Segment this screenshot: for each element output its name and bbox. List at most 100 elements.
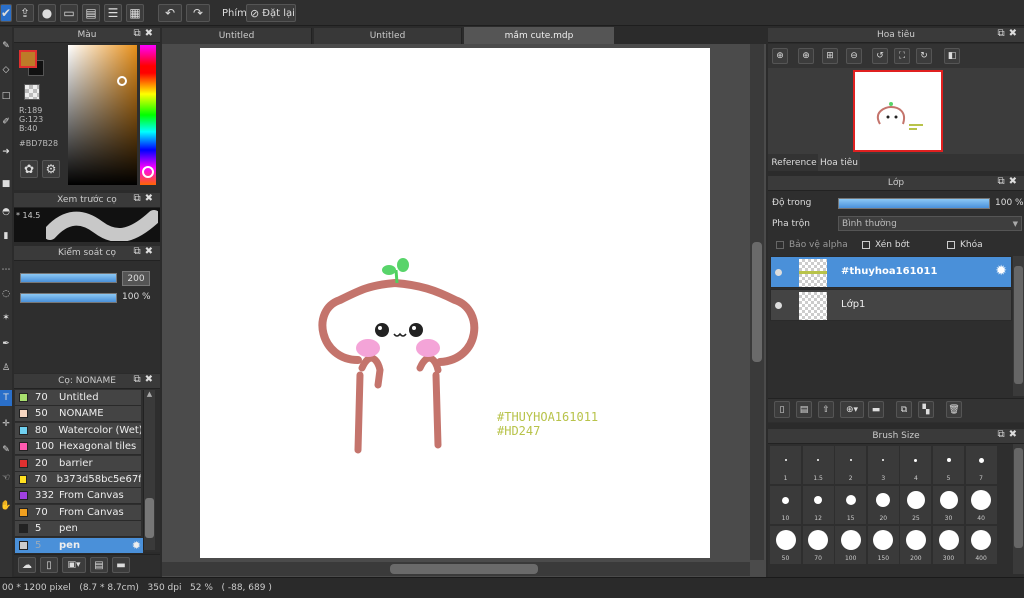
brush-size-scrollbar[interactable] xyxy=(1013,444,1024,574)
flip-icon[interactable]: ◧ xyxy=(944,48,960,64)
zoom-in-icon[interactable]: ⊕ xyxy=(772,48,788,64)
canvas-vertical-scrollbar[interactable] xyxy=(750,44,764,560)
brush-opacity-slider[interactable] xyxy=(20,293,117,303)
fullscreen-icon[interactable]: ⛶ xyxy=(894,48,910,64)
document-icon[interactable]: ▤ xyxy=(82,4,100,22)
brush-add-menu-icon[interactable]: ▣▾ xyxy=(62,557,86,573)
layer-opacity-slider[interactable] xyxy=(838,198,990,209)
brush-size-scroll-thumb[interactable] xyxy=(1014,448,1023,548)
cloud-icon[interactable]: ☁ xyxy=(18,557,36,573)
brush-size-preset[interactable]: 1 xyxy=(770,446,801,484)
brush-size-preset[interactable]: 12 xyxy=(802,486,834,524)
brush-list-item[interactable]: 70 Untitled xyxy=(15,390,141,406)
canvas-horizontal-scrollbar[interactable] xyxy=(162,562,750,576)
layer-row[interactable]: Lớp1 xyxy=(770,289,1012,321)
zoom-in-alt-icon[interactable]: ⊕ xyxy=(798,48,814,64)
brush-list-item[interactable]: 5 pen xyxy=(15,521,141,538)
panel-controls-icon[interactable]: ⧉✖ xyxy=(133,374,157,385)
message-icon[interactable]: ▭ xyxy=(60,4,78,22)
foreground-color-swatch[interactable] xyxy=(19,50,37,68)
color-picker-handle[interactable] xyxy=(117,76,127,86)
pen-tool-icon[interactable]: ✎ xyxy=(0,38,12,54)
copy-layer-icon[interactable]: ▤ xyxy=(796,401,812,418)
redo-icon[interactable]: ↷ xyxy=(186,4,210,22)
lock-checkbox[interactable] xyxy=(947,241,955,249)
brush-folder-icon[interactable]: ▬ xyxy=(112,557,130,573)
brush-list-item[interactable]: 70 From Canvas xyxy=(15,504,141,521)
protect-alpha-checkbox[interactable] xyxy=(776,241,784,249)
brush-size-preset[interactable]: 400 xyxy=(965,526,997,564)
bucket-tool-icon[interactable]: ◓ xyxy=(0,204,12,220)
brush-size-preset[interactable]: 300 xyxy=(933,526,964,564)
reset-button[interactable]: ⊘ Đặt lại xyxy=(246,4,296,22)
eye-icon[interactable] xyxy=(775,302,782,309)
palette-settings-icon[interactable]: ⚙ xyxy=(42,160,60,178)
crosshair-tool-icon[interactable]: ✛ xyxy=(0,416,12,432)
tab-untitled-1[interactable]: Untitled xyxy=(162,28,312,44)
brush-size-preset[interactable]: 3 xyxy=(867,446,899,484)
list-icon[interactable]: ☰ xyxy=(104,4,122,22)
new-layer-icon[interactable]: ▯ xyxy=(774,401,790,418)
canvas-vscroll-thumb[interactable] xyxy=(752,242,762,362)
brush-size-preset[interactable]: 100 xyxy=(835,526,867,564)
merge-layer-icon[interactable]: ▚ xyxy=(918,401,934,418)
import-layer-icon[interactable]: ⇧ xyxy=(818,401,834,418)
brush-size-preset[interactable]: 7 xyxy=(965,446,997,484)
lasso-tool-icon[interactable]: ⋯ xyxy=(0,262,12,278)
brush-property-icon[interactable]: ▤ xyxy=(90,557,108,573)
comment-icon[interactable]: ● xyxy=(38,4,56,22)
saturation-value-square[interactable] xyxy=(68,45,137,185)
new-brush-icon[interactable]: ▯ xyxy=(40,557,58,573)
sparkle-tool-icon[interactable]: ✶ xyxy=(0,310,12,326)
rotate-right-icon[interactable]: ↻ xyxy=(916,48,932,64)
panel-controls-icon[interactable]: ⧉✖ xyxy=(133,246,157,257)
stamp-tool-icon[interactable]: ♙ xyxy=(0,360,12,376)
clipping-checkbox[interactable] xyxy=(862,241,870,249)
smudge-tool-icon[interactable]: ☜ xyxy=(0,470,12,486)
brush-size-preset[interactable]: 5 xyxy=(933,446,964,484)
arrow-tool-icon[interactable]: ➜ xyxy=(0,144,12,160)
brush-size-field[interactable]: 200 xyxy=(122,271,150,286)
layer-scroll-thumb[interactable] xyxy=(1014,266,1023,384)
brush-list-scroll-thumb[interactable] xyxy=(145,498,154,538)
brush-list-item[interactable]: 50 NONAME xyxy=(15,406,141,423)
hue-slider[interactable] xyxy=(140,45,156,185)
duplicate-layer-icon[interactable]: ⧉ xyxy=(896,401,912,418)
brush-size-slider[interactable] xyxy=(20,273,117,283)
brush-size-preset[interactable]: 4 xyxy=(900,446,932,484)
panel-controls-icon[interactable]: ⧉✖ xyxy=(997,429,1021,440)
brush-size-preset[interactable]: 50 xyxy=(770,526,801,564)
brush-tool-icon[interactable]: ✐ xyxy=(0,114,12,130)
brush-list-item[interactable]: 20 barrier xyxy=(15,455,141,472)
rotate-left-icon[interactable]: ↺ xyxy=(872,48,888,64)
zoom-out-icon[interactable]: ⊖ xyxy=(846,48,862,64)
text-tool-icon[interactable]: T xyxy=(0,390,12,406)
tab-reference[interactable]: Reference xyxy=(770,154,818,171)
hand-tool-icon[interactable]: ✋ xyxy=(0,498,12,514)
brush-list-item[interactable]: 80 Watercolor (Wet) xyxy=(15,422,141,439)
brush-list-item[interactable]: 70 b373d58bc5e67f3 xyxy=(15,472,141,488)
fill-tool-icon[interactable]: ■ xyxy=(0,176,12,192)
tab-mam-cute[interactable]: mầm cute.mdp xyxy=(464,27,614,44)
brush-size-preset[interactable]: 2 xyxy=(835,446,867,484)
rect-tool-icon[interactable]: ▮ xyxy=(0,228,12,244)
brush-size-preset[interactable]: 150 xyxy=(867,526,899,564)
brush-size-preset[interactable]: 70 xyxy=(802,526,834,564)
transparent-color-swatch[interactable] xyxy=(24,84,40,100)
eye-icon[interactable] xyxy=(775,269,782,276)
layer-settings-icon[interactable]: ✹ xyxy=(995,263,1007,279)
brush-size-preset[interactable]: 40 xyxy=(965,486,997,524)
fit-icon[interactable]: ⊞ xyxy=(822,48,838,64)
palette-icon[interactable]: ✿ xyxy=(20,160,38,178)
panel-controls-icon[interactable]: ⧉✖ xyxy=(133,193,157,204)
brush-size-preset[interactable]: 30 xyxy=(933,486,964,524)
grid-icon[interactable]: ▦ xyxy=(126,4,144,22)
brush-size-preset[interactable]: 15 xyxy=(835,486,867,524)
tab-navigator[interactable]: Hoa tiêu xyxy=(818,154,860,171)
brush-list-item[interactable]: 332 From Canvas xyxy=(15,488,141,505)
panel-controls-icon[interactable]: ⧉✖ xyxy=(133,28,157,39)
panel-controls-icon[interactable]: ⧉✖ xyxy=(997,28,1021,39)
layer-list-scrollbar[interactable] xyxy=(1013,256,1024,396)
brush-size-preset[interactable]: 25 xyxy=(900,486,932,524)
layer-blend-select[interactable]: Bình thường ▼ xyxy=(838,216,1022,231)
